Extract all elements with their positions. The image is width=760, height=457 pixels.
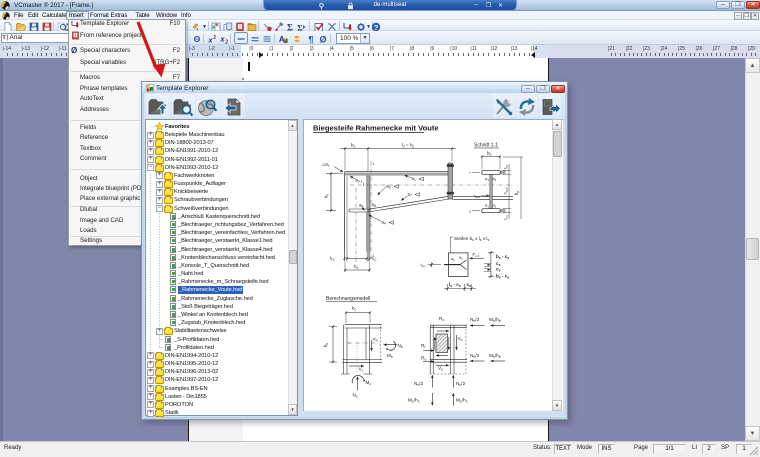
svg-text:+: + [469, 171, 471, 175]
svg-text:Vb: Vb [458, 336, 463, 342]
svg-text:Mb: Mb [387, 353, 393, 359]
svg-text:tw,v: tw,v [421, 262, 427, 268]
svg-text:a1: a1 [412, 176, 416, 182]
svg-text:cs: cs [467, 282, 472, 288]
svg-text:a8: a8 [372, 202, 376, 208]
svg-text:bb: bb [487, 151, 491, 157]
svg-text:tf,o: tf,o [503, 164, 509, 169]
svg-text:a2,1: a2,1 [356, 178, 363, 184]
svg-text:¶: ¶ [308, 34, 313, 43]
svg-text:a2: a2 [387, 184, 391, 190]
svg-text:Berechnungsmodell: Berechnungsmodell [326, 296, 370, 302]
svg-text:hb: hb [514, 191, 520, 195]
svg-text:tf,u: tf,u [503, 215, 509, 220]
svg-text:hw,b: hw,b [503, 187, 509, 194]
svg-text:Ri: Ri [421, 343, 425, 349]
svg-text:Vc: Vc [438, 366, 443, 372]
svg-text:Schnitt 1-1: Schnitt 1-1 [474, 143, 498, 149]
svg-text:a7: a7 [408, 192, 412, 198]
svg-text:Ru: Ru [421, 356, 426, 362]
svg-text:1: 1 [373, 162, 375, 166]
svg-text:Mc/hc: Mc/hc [408, 398, 420, 404]
svg-text:2: 2 [213, 35, 216, 41]
svg-text:△av: △av [322, 162, 330, 168]
svg-text:Nc: Nc [353, 393, 358, 399]
svg-text:lv = hc: lv = hc [402, 143, 415, 149]
svg-text:Fs,1: Fs,1 [473, 252, 480, 258]
svg-text:Θ: Θ [193, 34, 200, 44]
svg-text:Mb/hb: Mb/hb [489, 317, 501, 323]
svg-text:a1: a1 [493, 176, 497, 182]
svg-text:hb: hb [323, 343, 329, 347]
svg-text:Mc: Mc [366, 380, 372, 386]
svg-text:a9: a9 [359, 203, 363, 209]
svg-text:Nb/2: Nb/2 [470, 317, 480, 323]
svg-text:a1: a1 [485, 176, 489, 182]
svg-text:Nc/2: Nc/2 [456, 381, 466, 387]
svg-text:Nb/2: Nb/2 [470, 353, 480, 359]
svg-text:Mc/hc: Mc/hc [456, 398, 468, 404]
svg-text:Biegesteife Rahmenecke mit Vou: Biegesteife Rahmenecke mit Voute [313, 124, 439, 133]
svg-text:ls - cs: ls - cs [449, 282, 461, 288]
svg-text:bs - cs: bs - cs [496, 274, 509, 280]
svg-text:Steifen bs x ls x ts: Steifen bs x ls x ts [454, 236, 490, 242]
svg-text:2: 2 [225, 39, 228, 44]
svg-text:Mb/hb: Mb/hb [489, 353, 501, 359]
svg-text:bs - cs: bs - cs [496, 254, 509, 260]
svg-text:Vb: Vb [373, 337, 378, 343]
svg-text:tw,b: tw,b [474, 193, 480, 199]
svg-text:bc: bc [351, 143, 356, 149]
svg-text:Vc: Vc [359, 367, 364, 373]
svg-text:Nb: Nb [398, 343, 403, 349]
svg-text:a1: a1 [485, 203, 489, 209]
svg-text:cs: cs [496, 267, 501, 273]
svg-text:tf,c: tf,c [330, 256, 335, 262]
svg-text:hc: hc [354, 264, 358, 270]
svg-text:Nc/2: Nc/2 [414, 381, 424, 387]
svg-text:z: z [469, 209, 471, 213]
svg-text:bc: bc [352, 306, 356, 312]
svg-text:Ro: Ro [439, 316, 444, 322]
svg-text:Ø: Ø [319, 34, 326, 43]
svg-text:a1: a1 [493, 203, 497, 209]
svg-text:hv: hv [324, 194, 330, 199]
svg-text:?: ? [373, 22, 378, 31]
svg-text:a4: a4 [382, 220, 386, 226]
